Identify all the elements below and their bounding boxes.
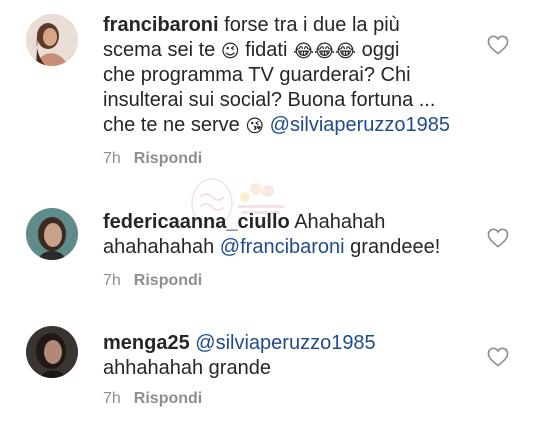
comment-line: ahhahahah grande xyxy=(103,356,473,381)
laughing-emoji-icon: 😂😂😂 xyxy=(292,41,357,62)
avatar[interactable] xyxy=(26,326,78,378)
comment-text-segment: ahhahahah grande xyxy=(103,357,271,379)
avatar[interactable] xyxy=(26,208,78,260)
heart-outline-icon xyxy=(487,347,509,367)
like-button[interactable] xyxy=(487,228,509,248)
comment-text-segment: insulterai sui social? Buona fortuna ... xyxy=(103,89,436,111)
comment-text-segment: grandeee! xyxy=(344,236,441,258)
comment-line: che te ne serve 😘 @silviaperuzzo1985 xyxy=(103,113,473,138)
comment-text-segment: fidati xyxy=(239,39,293,61)
comment-text-segment: che programma TV guarderai? Chi xyxy=(103,64,411,86)
mention-link[interactable]: @silviaperuzzo1985 xyxy=(270,114,450,136)
comment-line: federicaanna_ciullo Ahahahah xyxy=(103,210,473,235)
comment-text-segment: ahahahahah xyxy=(103,236,220,258)
comment-line: ahahahahah @francibaroni grandeee! xyxy=(103,235,473,260)
username-link[interactable]: federicaanna_ciullo xyxy=(103,211,290,233)
comment-line: francibaroni forse tra i due la più xyxy=(103,13,473,38)
comment-text-segment: forse tra i due la più xyxy=(224,14,400,36)
comment-timestamp: 7h xyxy=(103,390,121,407)
avatar[interactable] xyxy=(26,14,78,66)
like-button[interactable] xyxy=(487,347,509,367)
comment-line: scema sei te 😉 fidati 😂😂😂 oggi xyxy=(103,38,473,63)
avatar-photo-icon xyxy=(26,14,78,66)
comment-text: federicaanna_ciullo Ahahahah ahahahahah … xyxy=(103,210,473,260)
comment-text-segment: Ahahahah xyxy=(294,211,386,233)
comment-line: menga25 @silviaperuzzo1985 xyxy=(103,331,473,356)
heart-outline-icon xyxy=(487,228,509,248)
reply-button[interactable]: Rispondi xyxy=(134,272,202,289)
comment-text: francibaroni forse tra i due la più scem… xyxy=(103,13,473,138)
reply-button[interactable]: Rispondi xyxy=(134,150,202,167)
comment-text: menga25 @silviaperuzzo1985 ahhahahah gra… xyxy=(103,331,473,381)
reply-button[interactable]: Rispondi xyxy=(134,390,202,407)
comment-timestamp: 7h xyxy=(103,272,121,289)
comment-meta: 7h Rispondi xyxy=(103,272,202,290)
username-link[interactable]: francibaroni xyxy=(103,14,219,36)
comment-line: che programma TV guarderai? Chi xyxy=(103,63,473,88)
avatar-photo-icon xyxy=(26,208,78,260)
like-button[interactable] xyxy=(487,35,509,55)
mention-link[interactable]: @silviaperuzzo1985 xyxy=(195,332,375,354)
username-link[interactable]: menga25 xyxy=(103,332,190,354)
comment-meta: 7h Rispondi xyxy=(103,150,202,168)
avatar-photo-icon xyxy=(26,326,78,378)
comment-line: insulterai sui social? Buona fortuna ... xyxy=(103,88,473,113)
mention-link[interactable]: @francibaroni xyxy=(220,236,345,258)
wink-emoji-icon: 😉 xyxy=(220,41,240,62)
comment-text-segment: che te ne serve xyxy=(103,114,246,136)
kiss-emoji-icon: 😘 xyxy=(245,116,265,137)
comment-text-segment: scema sei te xyxy=(103,39,221,61)
heart-outline-icon xyxy=(487,35,509,55)
comment-timestamp: 7h xyxy=(103,150,121,167)
comment-text-segment: oggi xyxy=(356,39,400,61)
comment-meta: 7h Rispondi xyxy=(103,390,202,408)
